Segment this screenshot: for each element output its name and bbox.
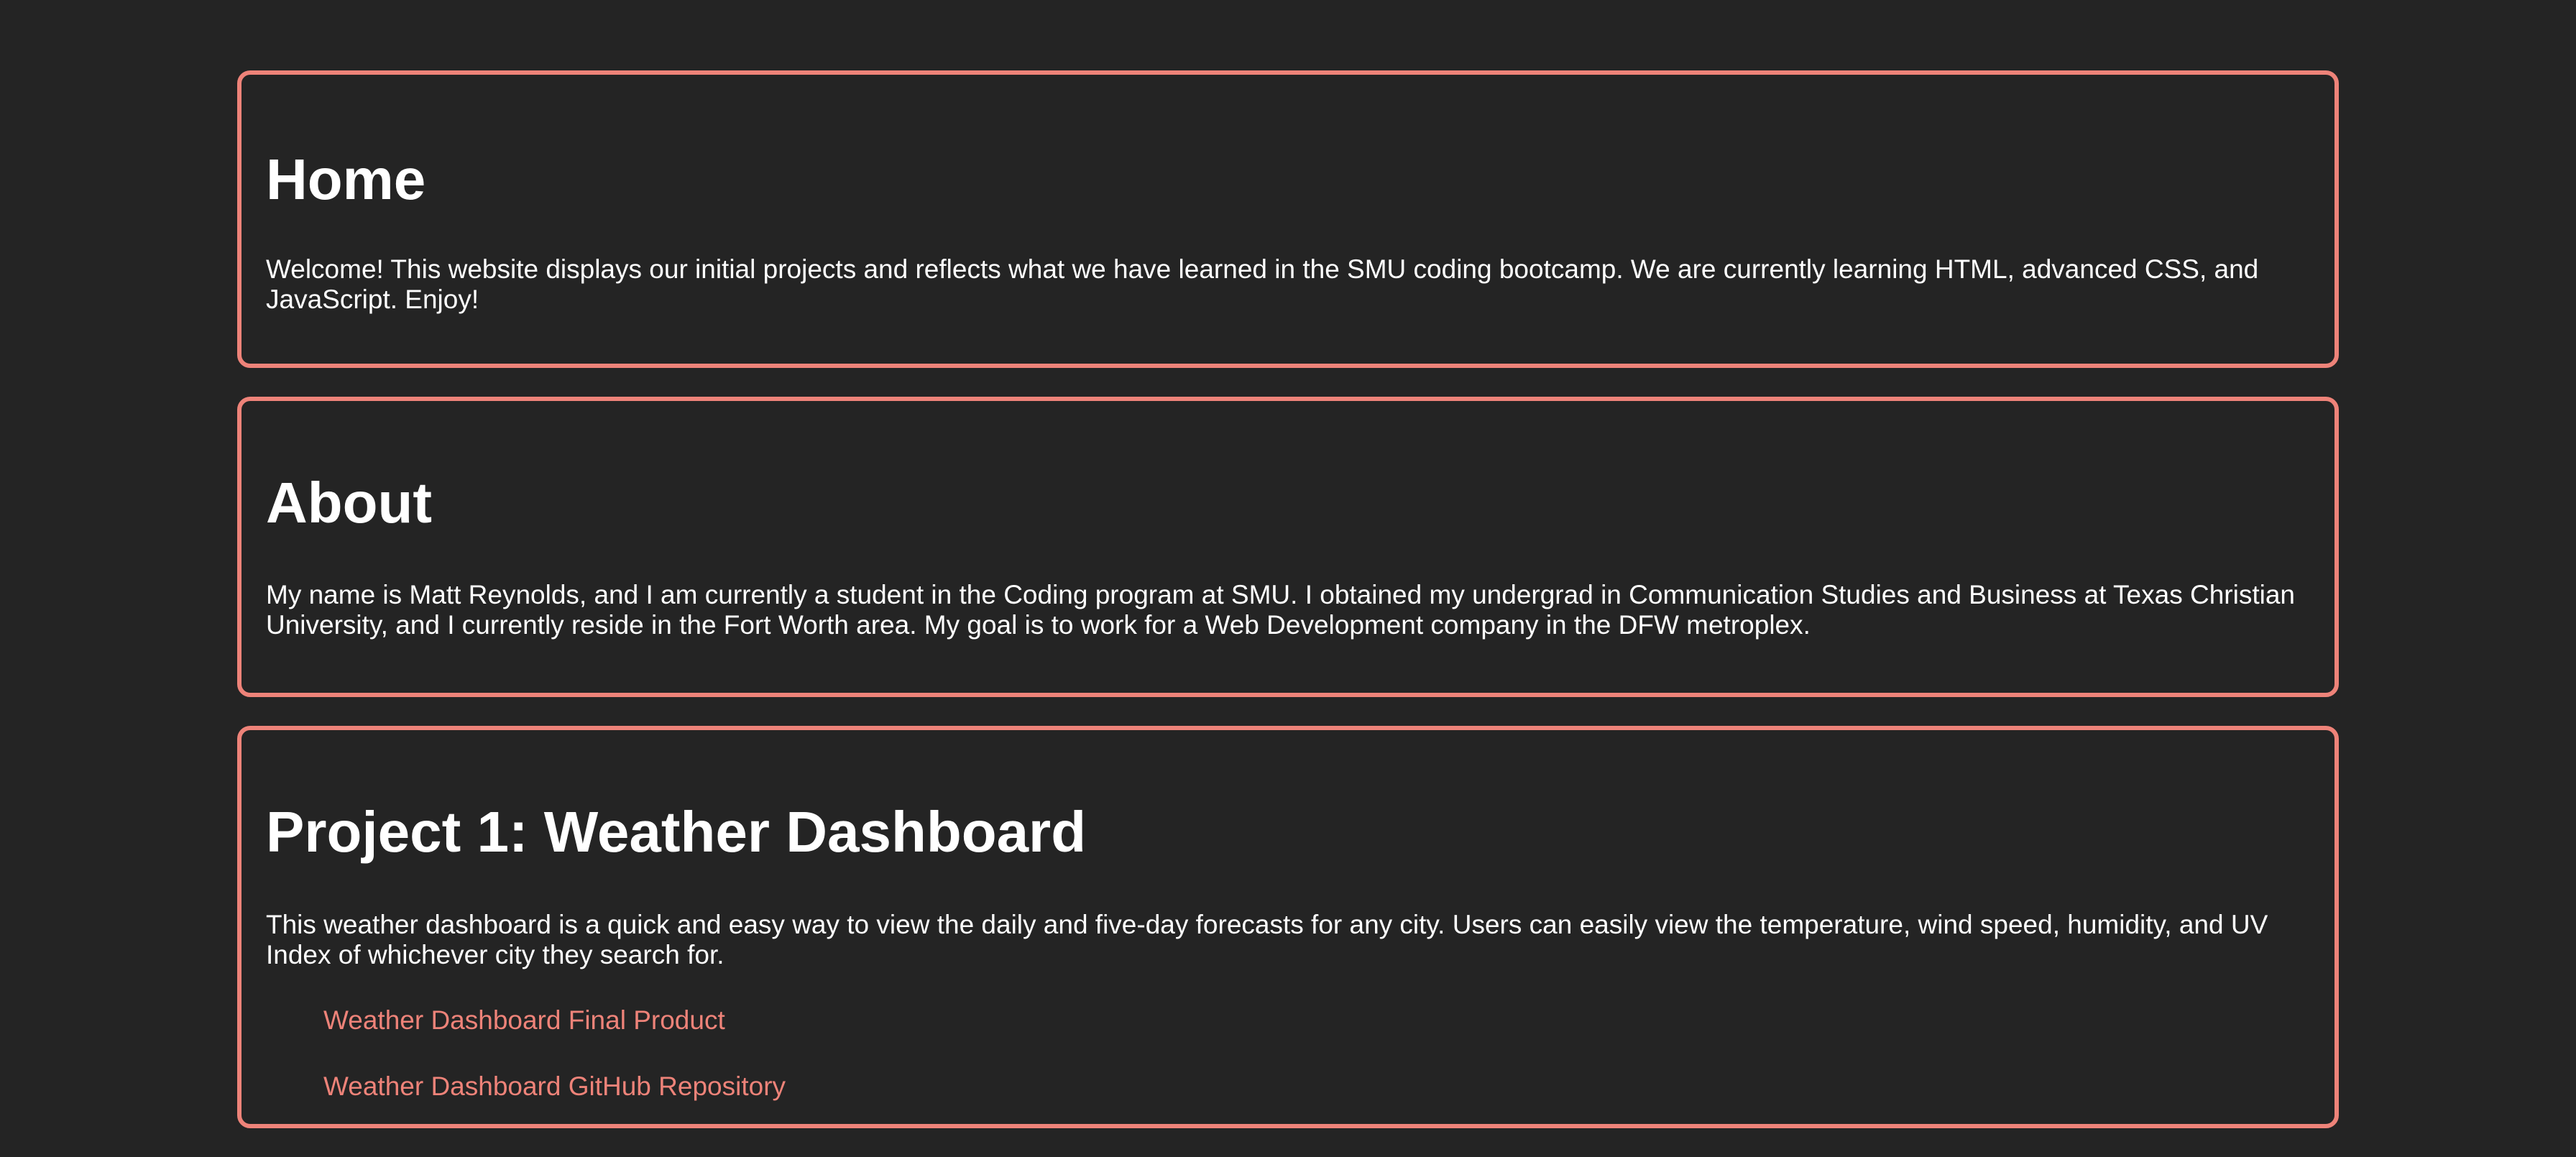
project-title: Project 1: Weather Dashboard [266,800,1087,864]
list-item: Weather Dashboard Final Product [323,1005,786,1042]
main-content: Home Welcome! This website displays our … [237,70,2339,1157]
final-product-link[interactable]: Weather Dashboard Final Product [323,1005,725,1035]
about-title: About [266,471,433,535]
project-links-list: Weather Dashboard Final Product Weather … [323,1005,786,1137]
home-description: Welcome! This website displays our initi… [266,254,2259,314]
home-section: Home Welcome! This website displays our … [237,70,2339,368]
about-description: My name is Matt Reynolds, and I am curre… [266,580,2295,640]
about-section: About My name is Matt Reynolds, and I am… [237,397,2339,697]
project-weather-dashboard-section: Project 1: Weather Dashboard This weathe… [237,726,2339,1128]
github-repository-link[interactable]: Weather Dashboard GitHub Repository [323,1071,786,1101]
project-description: This weather dashboard is a quick and ea… [266,910,2268,969]
list-item: Weather Dashboard GitHub Repository [323,1071,786,1108]
home-title: Home [266,147,426,211]
